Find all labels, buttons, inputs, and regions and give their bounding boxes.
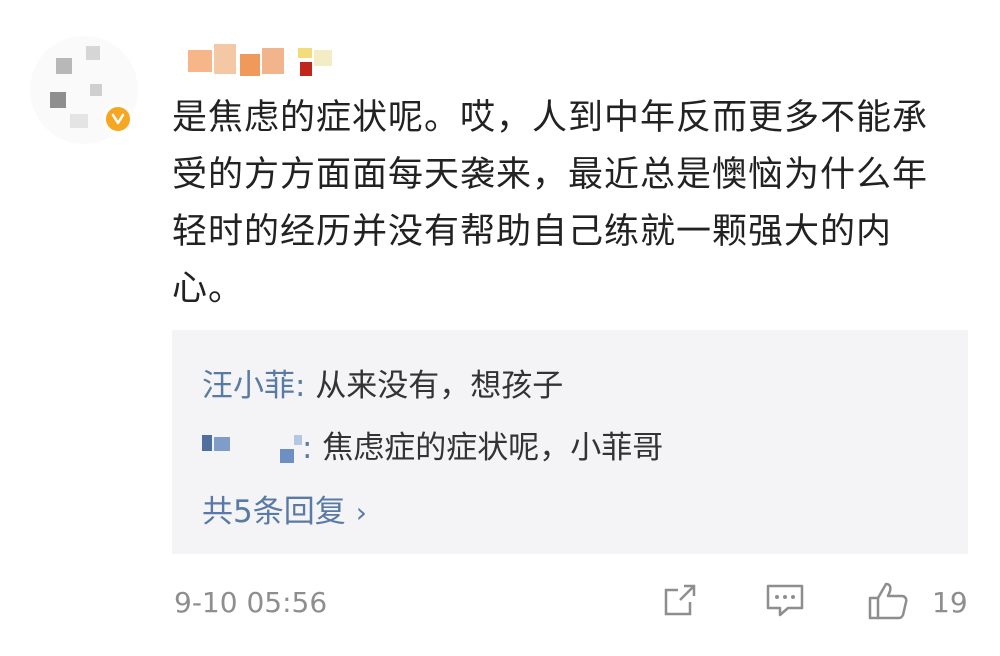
comment-timestamp: 9-10 05:56	[174, 586, 328, 619]
avatar-pixel	[56, 58, 72, 74]
avatar-pixel	[90, 84, 102, 96]
reply-text: 焦虑症的症状呢，小菲哥	[322, 430, 664, 466]
thumbs-up-icon	[868, 582, 908, 620]
avatar-pixel	[70, 114, 88, 128]
reply-author[interactable]: 汪小菲	[202, 368, 295, 404]
reply-text: 从来没有，想孩子	[315, 368, 564, 404]
comment-body: 是焦虑的症状呢。哎，人到中年反而更多不能承受的方方面面每天袭来，最近总是懊恼为什…	[172, 98, 929, 309]
comment-button[interactable]	[764, 580, 806, 624]
reply-author-mosaic[interactable]	[202, 433, 302, 467]
chevron-right-icon: ›	[355, 496, 367, 529]
reply-item[interactable]: 汪小菲: 从来没有，想孩子	[202, 360, 563, 405]
comment-icon	[766, 584, 804, 617]
avatar-pixel	[86, 46, 100, 60]
username-mosaic[interactable]	[180, 44, 340, 80]
reply-item[interactable]: : 焦虑症的症状呢，小菲哥	[202, 422, 663, 467]
verified-badge-icon	[103, 104, 133, 134]
more-replies-label: 共5条回复	[202, 494, 346, 530]
share-button[interactable]	[660, 580, 700, 624]
reply-separator: :	[295, 368, 316, 404]
like-button[interactable]	[866, 580, 910, 626]
avatar-pixel	[50, 92, 66, 108]
view-more-replies-link[interactable]: 共5条回复 ›	[202, 486, 367, 531]
share-icon	[664, 584, 696, 616]
reply-preview-box[interactable]: 汪小菲: 从来没有，想孩子 : 焦虑症的症状呢，小菲哥 共5条回复 ›	[172, 330, 968, 554]
reply-separator: :	[302, 430, 323, 466]
comment-card: 是焦虑的症状呢。哎，人到中年反而更多不能承受的方方面面每天袭来，最近总是懊恼为什…	[0, 0, 1000, 656]
like-count: 19	[932, 586, 968, 619]
